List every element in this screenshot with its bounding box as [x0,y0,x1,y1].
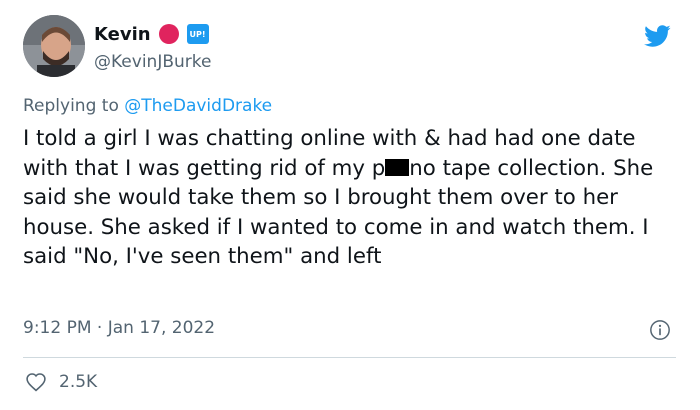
info-icon[interactable] [649,319,671,341]
divider [23,357,676,358]
status-dot-icon [158,24,179,44]
tweet-card: Kevin UP! @KevinJBurke Replying to @TheD… [0,0,700,410]
author-display-name[interactable]: Kevin [94,24,151,45]
tweet-timestamp[interactable]: 9:12 PM · Jan 17, 2022 [23,318,215,338]
avatar[interactable] [23,15,85,77]
heart-icon[interactable] [25,371,47,393]
author-handle[interactable]: @KevinJBurke [94,52,211,72]
up-badge: UP! [186,24,209,44]
tweet-text: I told a girl I was chatting online with… [23,124,683,272]
twitter-bird-icon[interactable] [640,22,674,50]
replying-prefix: Replying to [23,96,125,116]
author-row: Kevin UP! [94,21,209,47]
replying-to: Replying to @TheDavidDrake [23,96,272,116]
redaction-block [385,158,410,176]
like-action[interactable]: 2.5K [25,371,97,393]
like-count: 2.5K [59,372,98,392]
reply-mention-link[interactable]: @TheDavidDrake [124,96,272,116]
